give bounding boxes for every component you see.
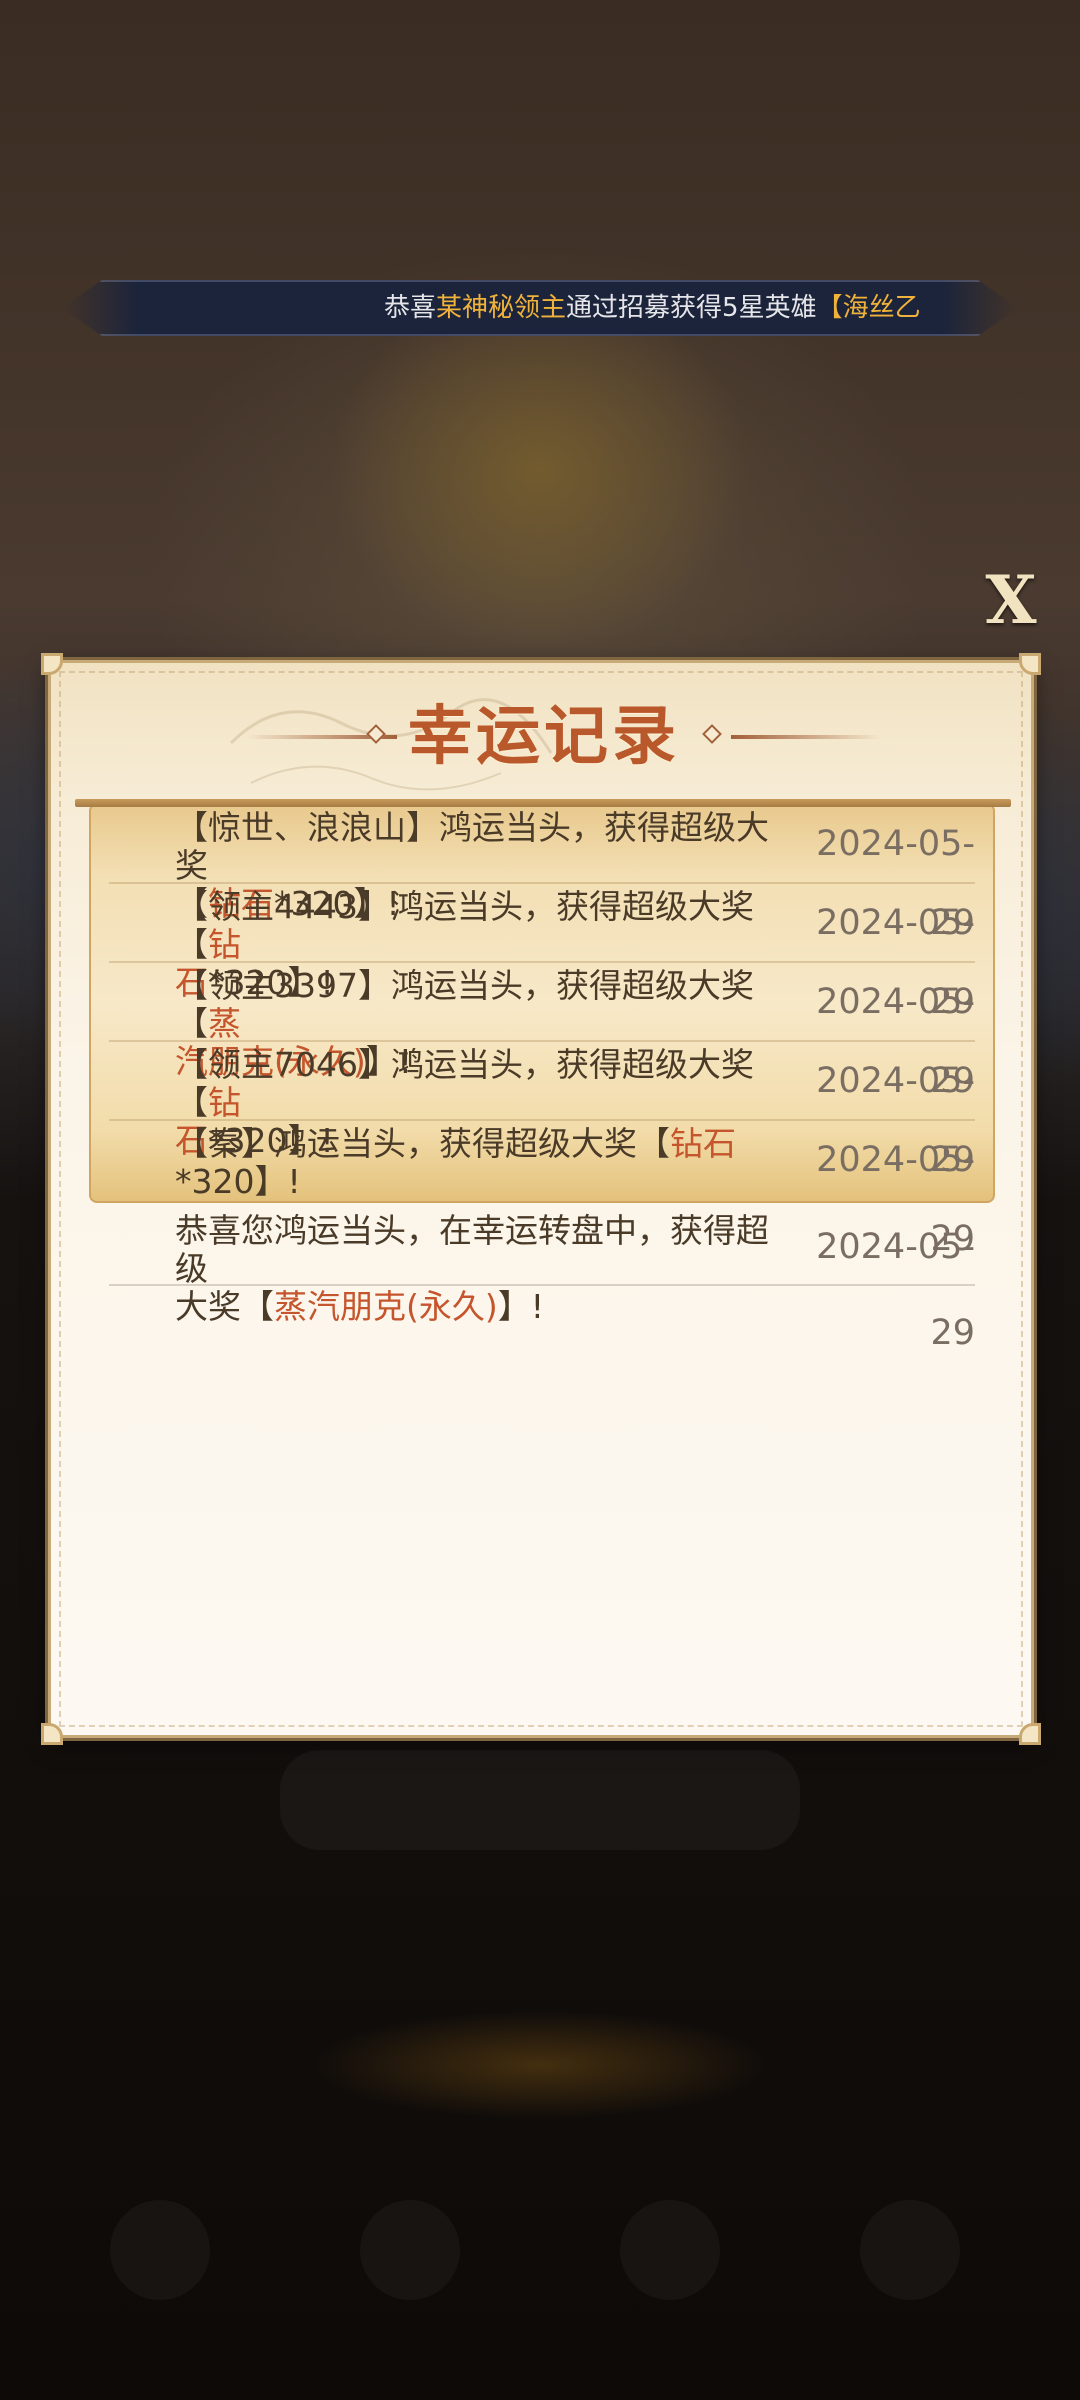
announcement-text: 恭喜某神秘领主通过招募获得5星英雄【海丝乙	[384, 280, 920, 336]
record-date: 2024-05-29	[816, 1140, 975, 1259]
announcement-middle: 通过招募获得5星英雄	[566, 293, 817, 323]
background-blur-shape	[110, 2200, 210, 2300]
background-blur-shape	[360, 2200, 460, 2300]
record-line: 大奖【	[175, 1287, 274, 1326]
dialog-title: 幸运记录	[408, 700, 680, 774]
record-row: 【领主3397】鸿运当头，获得超级大奖【蒸 汽朋克(永久)】! 2024-05-…	[109, 963, 975, 1101]
record-prize: 钻	[208, 925, 241, 964]
lucky-record-dialog: 幸运记录 【惊世、浪浪山】鸿运当头，获得超级大奖 【钻石*320】! 2024-…	[41, 653, 1041, 1745]
record-date: 2024-05-29	[816, 1227, 975, 1353]
record-prize: 钻	[208, 1083, 241, 1122]
record-date: 2024-05-29	[816, 903, 975, 1022]
record-row: 【秦】鸿运当头，获得超级大奖【钻石 *320】! 2024-05-29	[109, 1121, 975, 1260]
record-row: 【惊世、浪浪山】鸿运当头，获得超级大奖 【钻石*320】! 2024-05-29	[109, 805, 975, 943]
record-row: 【领主7046】鸿运当头，获得超级大奖【钻 石*320】! 2024-05-29	[109, 1042, 975, 1180]
record-text: 恭喜您鸿运当头，在幸运转盘中，获得超级 大奖【蒸汽朋克(永久)】!	[175, 1212, 795, 1326]
record-line: *320】!	[175, 1162, 301, 1201]
record-row: 【领主4443】鸿运当头，获得超级大奖【钻 石*320】! 2024-05-29	[109, 884, 975, 1022]
background-blur-shape	[280, 1750, 800, 1850]
record-line: 恭喜您鸿运当头，在幸运转盘中，获得超级	[175, 1211, 769, 1288]
record-date: 2024-05-29	[816, 824, 975, 943]
record-prize: 蒸	[208, 1004, 241, 1043]
record-line: 】!	[497, 1287, 544, 1326]
background-blur-shape	[860, 2200, 960, 2300]
record-prize: 蒸汽朋克(永久)	[274, 1287, 498, 1326]
announcement-hero: 【海丝乙	[816, 293, 920, 323]
record-text: 【秦】鸿运当头，获得超级大奖【钻石 *320】!	[175, 1125, 795, 1201]
record-date: 2024-05-29	[816, 982, 975, 1101]
close-button[interactable]: X	[976, 567, 1046, 633]
record-prize: 钻石	[670, 1124, 736, 1163]
background-blur-shape	[620, 2200, 720, 2300]
record-date: 2024-05-29	[816, 1061, 975, 1180]
record-line: 【秦】鸿运当头，获得超级大奖【	[175, 1124, 670, 1163]
record-row: 恭喜您鸿运当头，在幸运转盘中，获得超级 大奖【蒸汽朋克(永久)】! 2024-0…	[109, 1200, 975, 1353]
dialog-corner-ornament	[1019, 1723, 1041, 1745]
announcement-prefix: 恭喜	[384, 293, 437, 323]
background-button-glow	[310, 2010, 770, 2120]
record-line: 【领主3397】鸿运当头，获得超级大奖【	[175, 966, 754, 1043]
record-line: 【领主4443】鸿运当头，获得超级大奖【	[175, 887, 754, 964]
record-line: 【领主7046】鸿运当头，获得超级大奖【	[175, 1045, 754, 1122]
announcement-player: 某神秘领主	[436, 293, 567, 323]
record-list: 【惊世、浪浪山】鸿运当头，获得超级大奖 【钻石*320】! 2024-05-29…	[109, 805, 975, 1353]
record-line: 【惊世、浪浪山】鸿运当头，获得超级大奖	[175, 808, 769, 885]
